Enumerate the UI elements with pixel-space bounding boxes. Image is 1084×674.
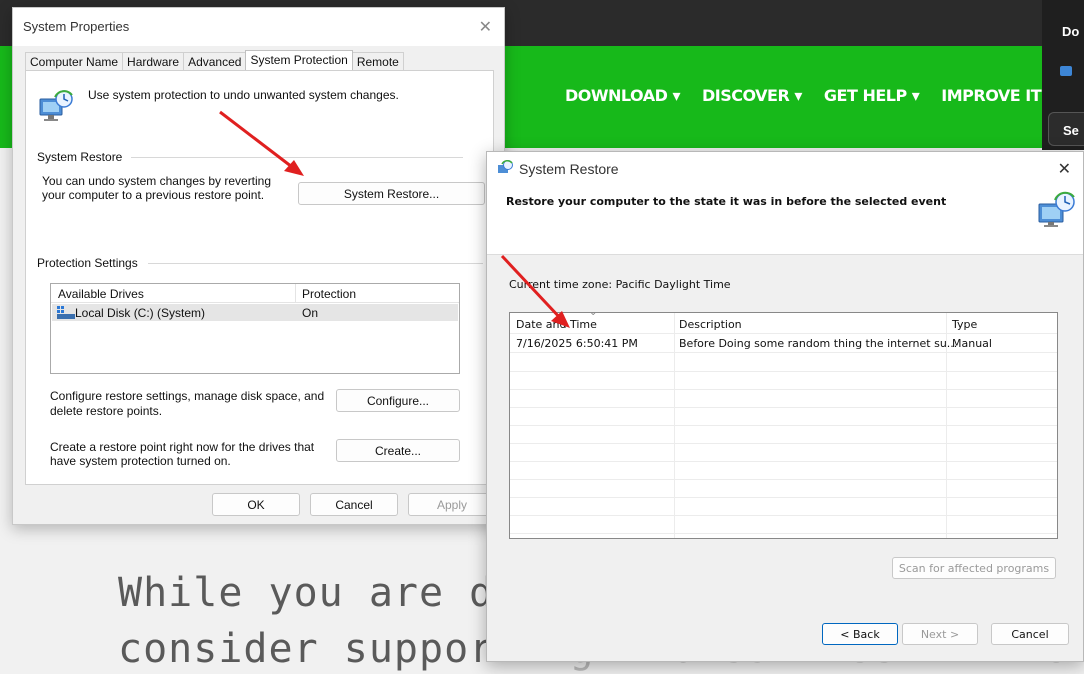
column-divider bbox=[295, 284, 296, 302]
tab-computer-name[interactable]: Computer Name bbox=[25, 52, 124, 72]
column-divider bbox=[946, 313, 947, 538]
create-text-2: have system protection turned on. bbox=[50, 454, 231, 468]
table-row-empty bbox=[510, 443, 1057, 462]
apply-button[interactable]: Apply bbox=[408, 493, 496, 516]
site-nav: DOWNLOAD ▾ DISCOVER ▾ GET HELP ▾ IMPROVE… bbox=[565, 86, 1042, 105]
body-text-line-2-visible: consider supporti bbox=[118, 626, 545, 672]
configure-button[interactable]: Configure... bbox=[336, 389, 460, 412]
column-type[interactable]: Type bbox=[952, 318, 977, 331]
row-date: 7/16/2025 6:50:41 PM bbox=[516, 337, 638, 350]
create-button[interactable]: Create... bbox=[336, 439, 460, 462]
table-row-empty bbox=[510, 407, 1057, 426]
table-header: Date and Time Description Type ⌄ bbox=[510, 313, 1057, 334]
row-description: Before Doing some random thing the inter… bbox=[679, 337, 958, 350]
protection-settings-group-label: Protection Settings bbox=[37, 256, 138, 270]
nav-improve-it[interactable]: IMPROVE IT bbox=[941, 86, 1041, 105]
ok-button[interactable]: OK bbox=[212, 493, 300, 516]
system-restore-group-label: System Restore bbox=[37, 150, 123, 164]
intro-text: Use system protection to undo unwanted s… bbox=[88, 88, 399, 102]
side-panel-label: Do bbox=[1062, 24, 1080, 39]
group-divider bbox=[148, 263, 483, 264]
system-restore-button[interactable]: System Restore... bbox=[298, 182, 485, 205]
dialog-title: System Properties bbox=[23, 19, 130, 34]
app-icon bbox=[1060, 66, 1072, 76]
side-panel: Do Se bbox=[1042, 0, 1084, 150]
table-row-empty bbox=[510, 389, 1057, 408]
next-button[interactable]: Next > bbox=[902, 623, 978, 645]
table-row-empty bbox=[510, 461, 1057, 480]
sort-chevron-icon: ⌄ bbox=[589, 312, 598, 318]
table-row-empty bbox=[510, 425, 1057, 444]
table-row-empty bbox=[510, 371, 1057, 390]
dialog-title: System Restore bbox=[519, 161, 619, 177]
system-restore-dialog: System Restore ✕ Restore your computer t… bbox=[486, 151, 1084, 662]
group-divider bbox=[131, 157, 463, 158]
nav-download[interactable]: DOWNLOAD ▾ bbox=[565, 86, 680, 105]
drive-protection: On bbox=[302, 306, 319, 320]
scan-affected-programs-button[interactable]: Scan for affected programs bbox=[892, 557, 1056, 579]
title-bar: System Restore ✕ bbox=[487, 152, 1083, 186]
side-panel-button[interactable]: Se bbox=[1048, 112, 1084, 146]
configure-text-1: Configure restore settings, manage disk … bbox=[50, 389, 325, 403]
drives-list: Available Drives Protection Local Disk (… bbox=[50, 283, 460, 374]
configure-text-2: delete restore points. bbox=[50, 404, 163, 418]
close-icon[interactable]: ✕ bbox=[479, 17, 492, 37]
restore-text-1: You can undo system changes by reverting bbox=[42, 174, 272, 188]
table-row-empty bbox=[510, 515, 1057, 534]
title-bar: System Properties ✕ bbox=[13, 8, 504, 46]
nav-discover[interactable]: DISCOVER ▾ bbox=[702, 86, 802, 105]
restore-text-2: your computer to a previous restore poin… bbox=[42, 188, 265, 202]
table-row[interactable]: 7/16/2025 6:50:41 PM Before Doing some r… bbox=[510, 334, 1057, 353]
cancel-button[interactable]: Cancel bbox=[310, 493, 398, 516]
table-row-empty bbox=[510, 479, 1057, 498]
drive-row[interactable]: Local Disk (C:) (System) On bbox=[52, 304, 458, 321]
create-text-1: Create a restore point right now for the… bbox=[50, 440, 315, 454]
body-text-line-1: While you are dov bbox=[118, 570, 545, 616]
system-protection-icon bbox=[39, 90, 73, 121]
tab-hardware[interactable]: Hardware bbox=[122, 52, 185, 72]
table-row-empty bbox=[510, 497, 1057, 516]
column-divider bbox=[674, 313, 675, 538]
system-protection-panel: Use system protection to undo unwanted s… bbox=[25, 70, 494, 485]
timezone-label: Current time zone: Pacific Daylight Time bbox=[509, 278, 731, 291]
table-row-empty bbox=[510, 353, 1057, 372]
drives-header: Available Drives Protection bbox=[51, 284, 459, 303]
system-properties-dialog: System Properties ✕ Computer Name Hardwa… bbox=[12, 7, 505, 525]
system-restore-icon bbox=[1038, 191, 1075, 227]
system-restore-title-icon bbox=[498, 160, 513, 173]
tab-remote[interactable]: Remote bbox=[351, 52, 404, 72]
drive-name: Local Disk (C:) (System) bbox=[75, 306, 206, 320]
tab-advanced[interactable]: Advanced bbox=[183, 52, 247, 72]
close-icon[interactable]: ✕ bbox=[1058, 159, 1071, 179]
cancel-button[interactable]: Cancel bbox=[991, 623, 1069, 645]
nav-get-help[interactable]: GET HELP ▾ bbox=[824, 86, 920, 105]
column-description[interactable]: Description bbox=[679, 318, 742, 331]
back-button[interactable]: < Back bbox=[822, 623, 898, 645]
restore-heading: Restore your computer to the state it wa… bbox=[506, 195, 947, 208]
restore-header: Restore your computer to the state it wa… bbox=[487, 186, 1083, 255]
column-date-time[interactable]: Date and Time bbox=[516, 318, 597, 331]
column-available-drives[interactable]: Available Drives bbox=[58, 287, 144, 301]
column-protection[interactable]: Protection bbox=[302, 287, 356, 301]
restore-points-table: Date and Time Description Type ⌄ 7/16/20… bbox=[509, 312, 1058, 539]
row-type: Manual bbox=[952, 337, 992, 350]
drive-icon bbox=[57, 306, 75, 319]
